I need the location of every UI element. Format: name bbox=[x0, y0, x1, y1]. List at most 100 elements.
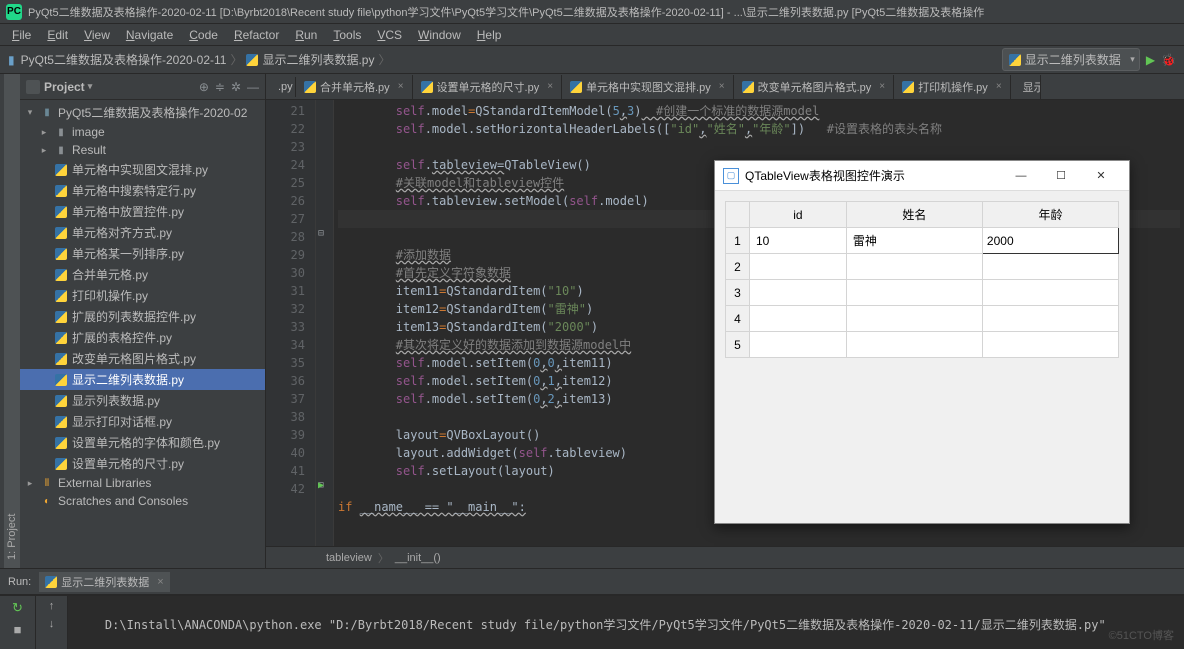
file-item[interactable]: 扩展的列表数据控件.py bbox=[20, 306, 265, 327]
table-row[interactable]: 3 bbox=[726, 280, 1119, 306]
run-tab[interactable]: 显示二维列表数据 × bbox=[39, 572, 169, 592]
collapse-icon[interactable]: ≑ bbox=[215, 80, 225, 94]
menu-edit[interactable]: Edit bbox=[39, 26, 76, 44]
editor-tab[interactable]: 设置单元格的尺寸.py× bbox=[413, 75, 563, 99]
table-cell[interactable] bbox=[846, 306, 982, 332]
table-cell[interactable] bbox=[750, 254, 847, 280]
scratches[interactable]: ◐Scratches and Consoles bbox=[20, 492, 265, 510]
stop-button[interactable]: ■ bbox=[14, 622, 22, 637]
close-icon[interactable]: × bbox=[398, 81, 404, 92]
close-icon[interactable]: × bbox=[996, 81, 1002, 92]
qtableview-table[interactable]: id姓名年龄110雷神20002345 bbox=[725, 201, 1119, 358]
menu-help[interactable]: Help bbox=[469, 26, 510, 44]
row-number[interactable]: 5 bbox=[726, 332, 750, 358]
menu-run[interactable]: Run bbox=[287, 26, 325, 44]
minimize-button[interactable]: — bbox=[1001, 163, 1041, 189]
file-item[interactable]: 合并单元格.py bbox=[20, 264, 265, 285]
run-config-selector[interactable]: 显示二维列表数据 bbox=[1002, 48, 1140, 71]
menu-code[interactable]: Code bbox=[181, 26, 226, 44]
file-item[interactable]: 显示列表数据.py bbox=[20, 390, 265, 411]
file-item[interactable]: 单元格中放置控件.py bbox=[20, 201, 265, 222]
file-item[interactable]: 打印机操作.py bbox=[20, 285, 265, 306]
hide-icon[interactable]: — bbox=[247, 80, 259, 94]
table-header[interactable]: 姓名 bbox=[846, 202, 982, 228]
file-item[interactable]: 单元格中搜索特定行.py bbox=[20, 180, 265, 201]
fold-gutter[interactable]: ⊟⊟▶ bbox=[316, 100, 334, 546]
code-breadcrumb[interactable]: tableview 〉 __init__() bbox=[266, 546, 1184, 568]
file-item[interactable]: 单元格某一列排序.py bbox=[20, 243, 265, 264]
editor-tab[interactable]: 合并单元格.py× bbox=[296, 75, 413, 99]
file-item[interactable]: 显示二维列表数据.py bbox=[20, 369, 265, 390]
maximize-button[interactable]: ☐ bbox=[1041, 163, 1081, 189]
table-header[interactable]: id bbox=[750, 202, 847, 228]
folder-item[interactable]: ▸▮Result bbox=[20, 141, 265, 159]
table-cell[interactable] bbox=[750, 332, 847, 358]
editor-tab[interactable]: 改变单元格图片格式.py× bbox=[734, 75, 895, 99]
editor-tab[interactable]: 打印机操作.py× bbox=[894, 75, 1011, 99]
table-cell[interactable] bbox=[982, 306, 1118, 332]
table-cell[interactable] bbox=[982, 332, 1118, 358]
menu-vcs[interactable]: VCS bbox=[369, 26, 410, 44]
row-number[interactable]: 4 bbox=[726, 306, 750, 332]
down-icon[interactable]: ↓ bbox=[49, 618, 55, 630]
rerun-button[interactable]: ↻ bbox=[12, 600, 23, 616]
qt-application-window[interactable]: ▢ QTableView表格视图控件演示 — ☐ ✕ id姓名年龄110雷神20… bbox=[714, 160, 1130, 524]
close-button[interactable]: ✕ bbox=[1081, 163, 1121, 189]
table-cell[interactable] bbox=[982, 254, 1118, 280]
menu-tools[interactable]: Tools bbox=[325, 26, 369, 44]
folder-item[interactable]: ▸▮image bbox=[20, 123, 265, 141]
table-cell[interactable] bbox=[846, 254, 982, 280]
table-row[interactable]: 4 bbox=[726, 306, 1119, 332]
file-item[interactable]: 单元格对齐方式.py bbox=[20, 222, 265, 243]
menu-window[interactable]: Window bbox=[410, 26, 469, 44]
breadcrumb-item[interactable]: __init__() bbox=[395, 552, 441, 564]
table-row[interactable]: 5 bbox=[726, 332, 1119, 358]
close-icon[interactable]: × bbox=[879, 81, 885, 92]
project-root[interactable]: ▾▮PyQt5二维数据及表格操作-2020-02 bbox=[20, 102, 265, 123]
breadcrumb-file[interactable]: 显示二维列表数据.py bbox=[262, 51, 374, 68]
row-number[interactable]: 3 bbox=[726, 280, 750, 306]
table-cell[interactable]: 10 bbox=[750, 228, 847, 254]
run-button[interactable]: ▶ bbox=[1146, 53, 1155, 67]
table-cell[interactable]: 2000 bbox=[982, 228, 1118, 254]
breadcrumb[interactable]: PyQt5二维数据及表格操作-2020-02-11 〉 显示二维列表数据.py … bbox=[21, 51, 391, 68]
gear-icon[interactable]: ✲ bbox=[231, 80, 241, 94]
table-row[interactable]: 110雷神2000 bbox=[726, 228, 1119, 254]
row-number[interactable]: 1 bbox=[726, 228, 750, 254]
editor-tab[interactable]: 单元格中实现图文混排.py× bbox=[562, 75, 734, 99]
menu-view[interactable]: View bbox=[76, 26, 118, 44]
close-icon[interactable]: × bbox=[157, 576, 163, 588]
side-tab[interactable]: 7: Structure bbox=[0, 74, 4, 568]
menu-refactor[interactable]: Refactor bbox=[226, 26, 287, 44]
file-item[interactable]: 单元格中实现图文混排.py bbox=[20, 159, 265, 180]
table-row[interactable]: 2 bbox=[726, 254, 1119, 280]
file-item[interactable]: 设置单元格的尺寸.py bbox=[20, 453, 265, 474]
file-item[interactable]: 扩展的表格控件.py bbox=[20, 327, 265, 348]
table-cell[interactable] bbox=[750, 306, 847, 332]
breadcrumb-project[interactable]: PyQt5二维数据及表格操作-2020-02-11 bbox=[21, 51, 227, 68]
table-cell[interactable] bbox=[750, 280, 847, 306]
close-icon[interactable]: × bbox=[547, 81, 553, 92]
up-icon[interactable]: ↑ bbox=[49, 600, 55, 612]
project-tree[interactable]: ▾▮PyQt5二维数据及表格操作-2020-02▸▮image▸▮Result单… bbox=[20, 100, 265, 568]
locate-icon[interactable]: ⊕ bbox=[199, 80, 209, 94]
file-item[interactable]: 设置单元格的字体和颜色.py bbox=[20, 432, 265, 453]
editor-tab[interactable]: .py bbox=[266, 77, 296, 97]
run-output[interactable]: D:\Install\ANACONDA\python.exe "D:/Byrbt… bbox=[68, 596, 1184, 649]
table-header[interactable]: 年龄 bbox=[982, 202, 1118, 228]
table-cell[interactable]: 雷神 bbox=[846, 228, 982, 254]
menu-file[interactable]: File bbox=[4, 26, 39, 44]
breadcrumb-item[interactable]: tableview bbox=[326, 552, 372, 564]
menu-navigate[interactable]: Navigate bbox=[118, 26, 181, 44]
project-pane-header[interactable]: Project ▾ ⊕ ≑ ✲ — bbox=[20, 74, 265, 100]
qt-title-bar[interactable]: ▢ QTableView表格视图控件演示 — ☐ ✕ bbox=[715, 161, 1129, 191]
editor-tab[interactable]: 显示 bbox=[1011, 75, 1041, 99]
file-item[interactable]: 显示打印对话框.py bbox=[20, 411, 265, 432]
side-tab[interactable]: 1: Project bbox=[4, 74, 20, 568]
table-cell[interactable] bbox=[846, 280, 982, 306]
table-cell[interactable] bbox=[982, 280, 1118, 306]
debug-button[interactable]: 🐞 bbox=[1161, 53, 1176, 67]
external-libraries[interactable]: ▸⫴External Libraries bbox=[20, 474, 265, 492]
row-number[interactable]: 2 bbox=[726, 254, 750, 280]
table-cell[interactable] bbox=[846, 332, 982, 358]
